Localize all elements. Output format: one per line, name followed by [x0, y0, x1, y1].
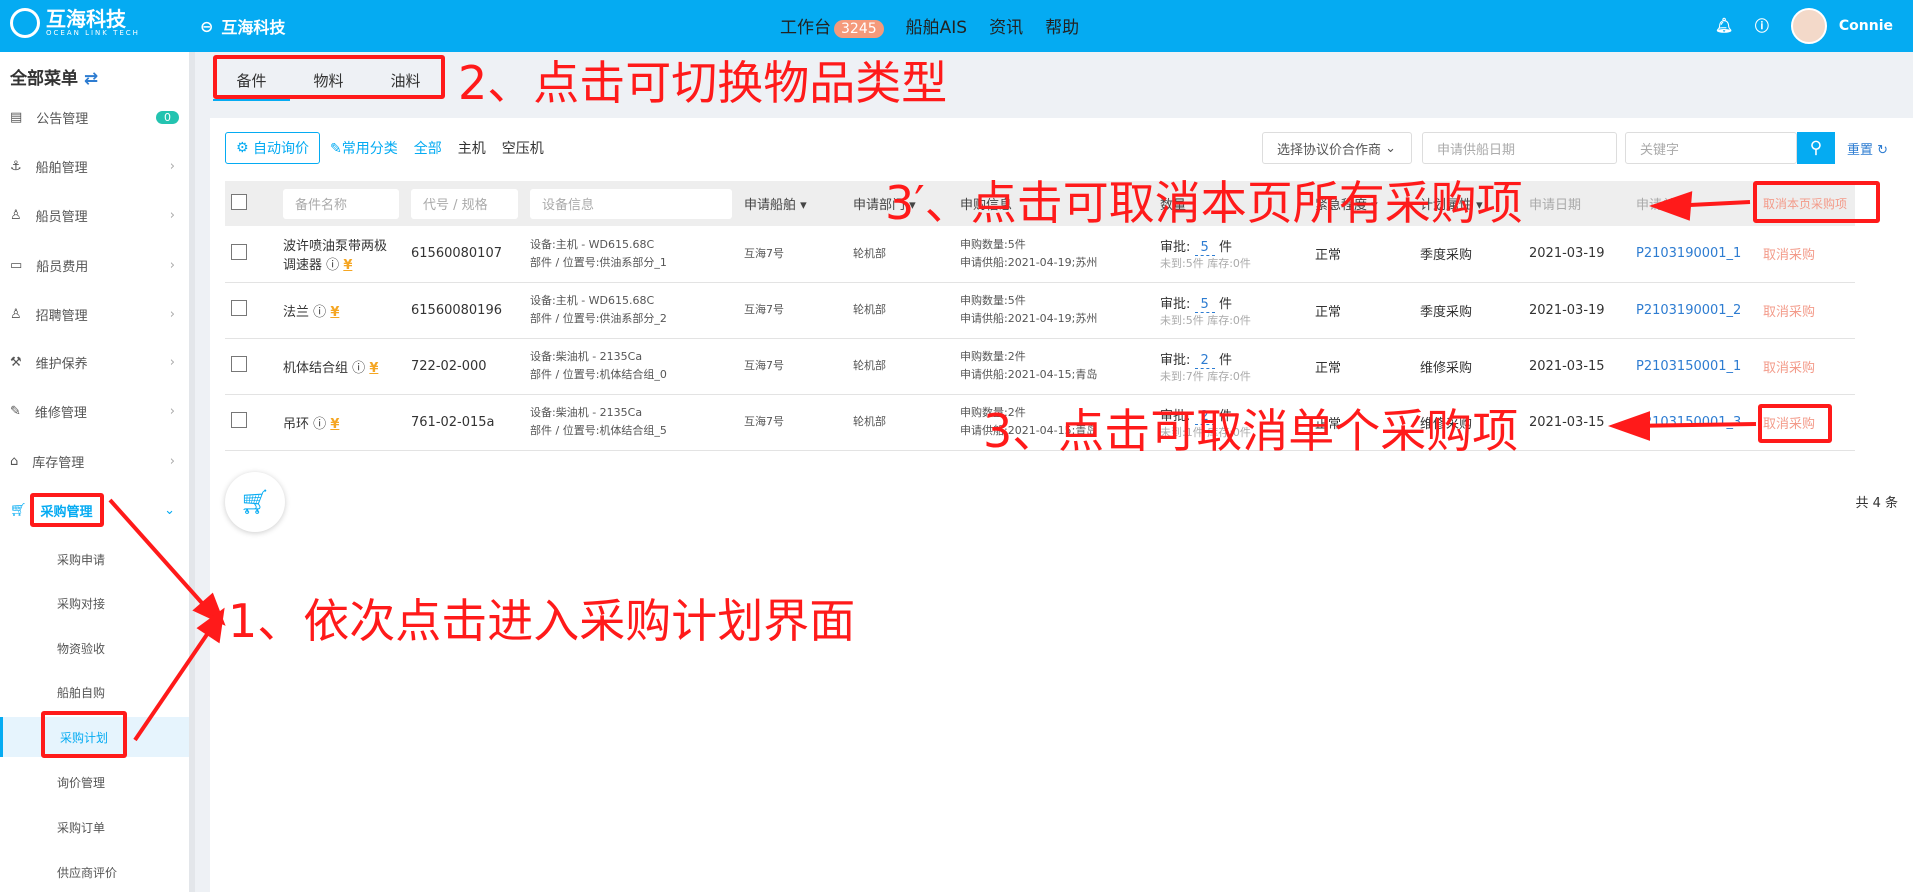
arrow-sidebar-2 — [133, 628, 212, 742]
annotation-arrows — [108, 191, 1757, 742]
arrow-sidebar-1 — [108, 498, 212, 614]
